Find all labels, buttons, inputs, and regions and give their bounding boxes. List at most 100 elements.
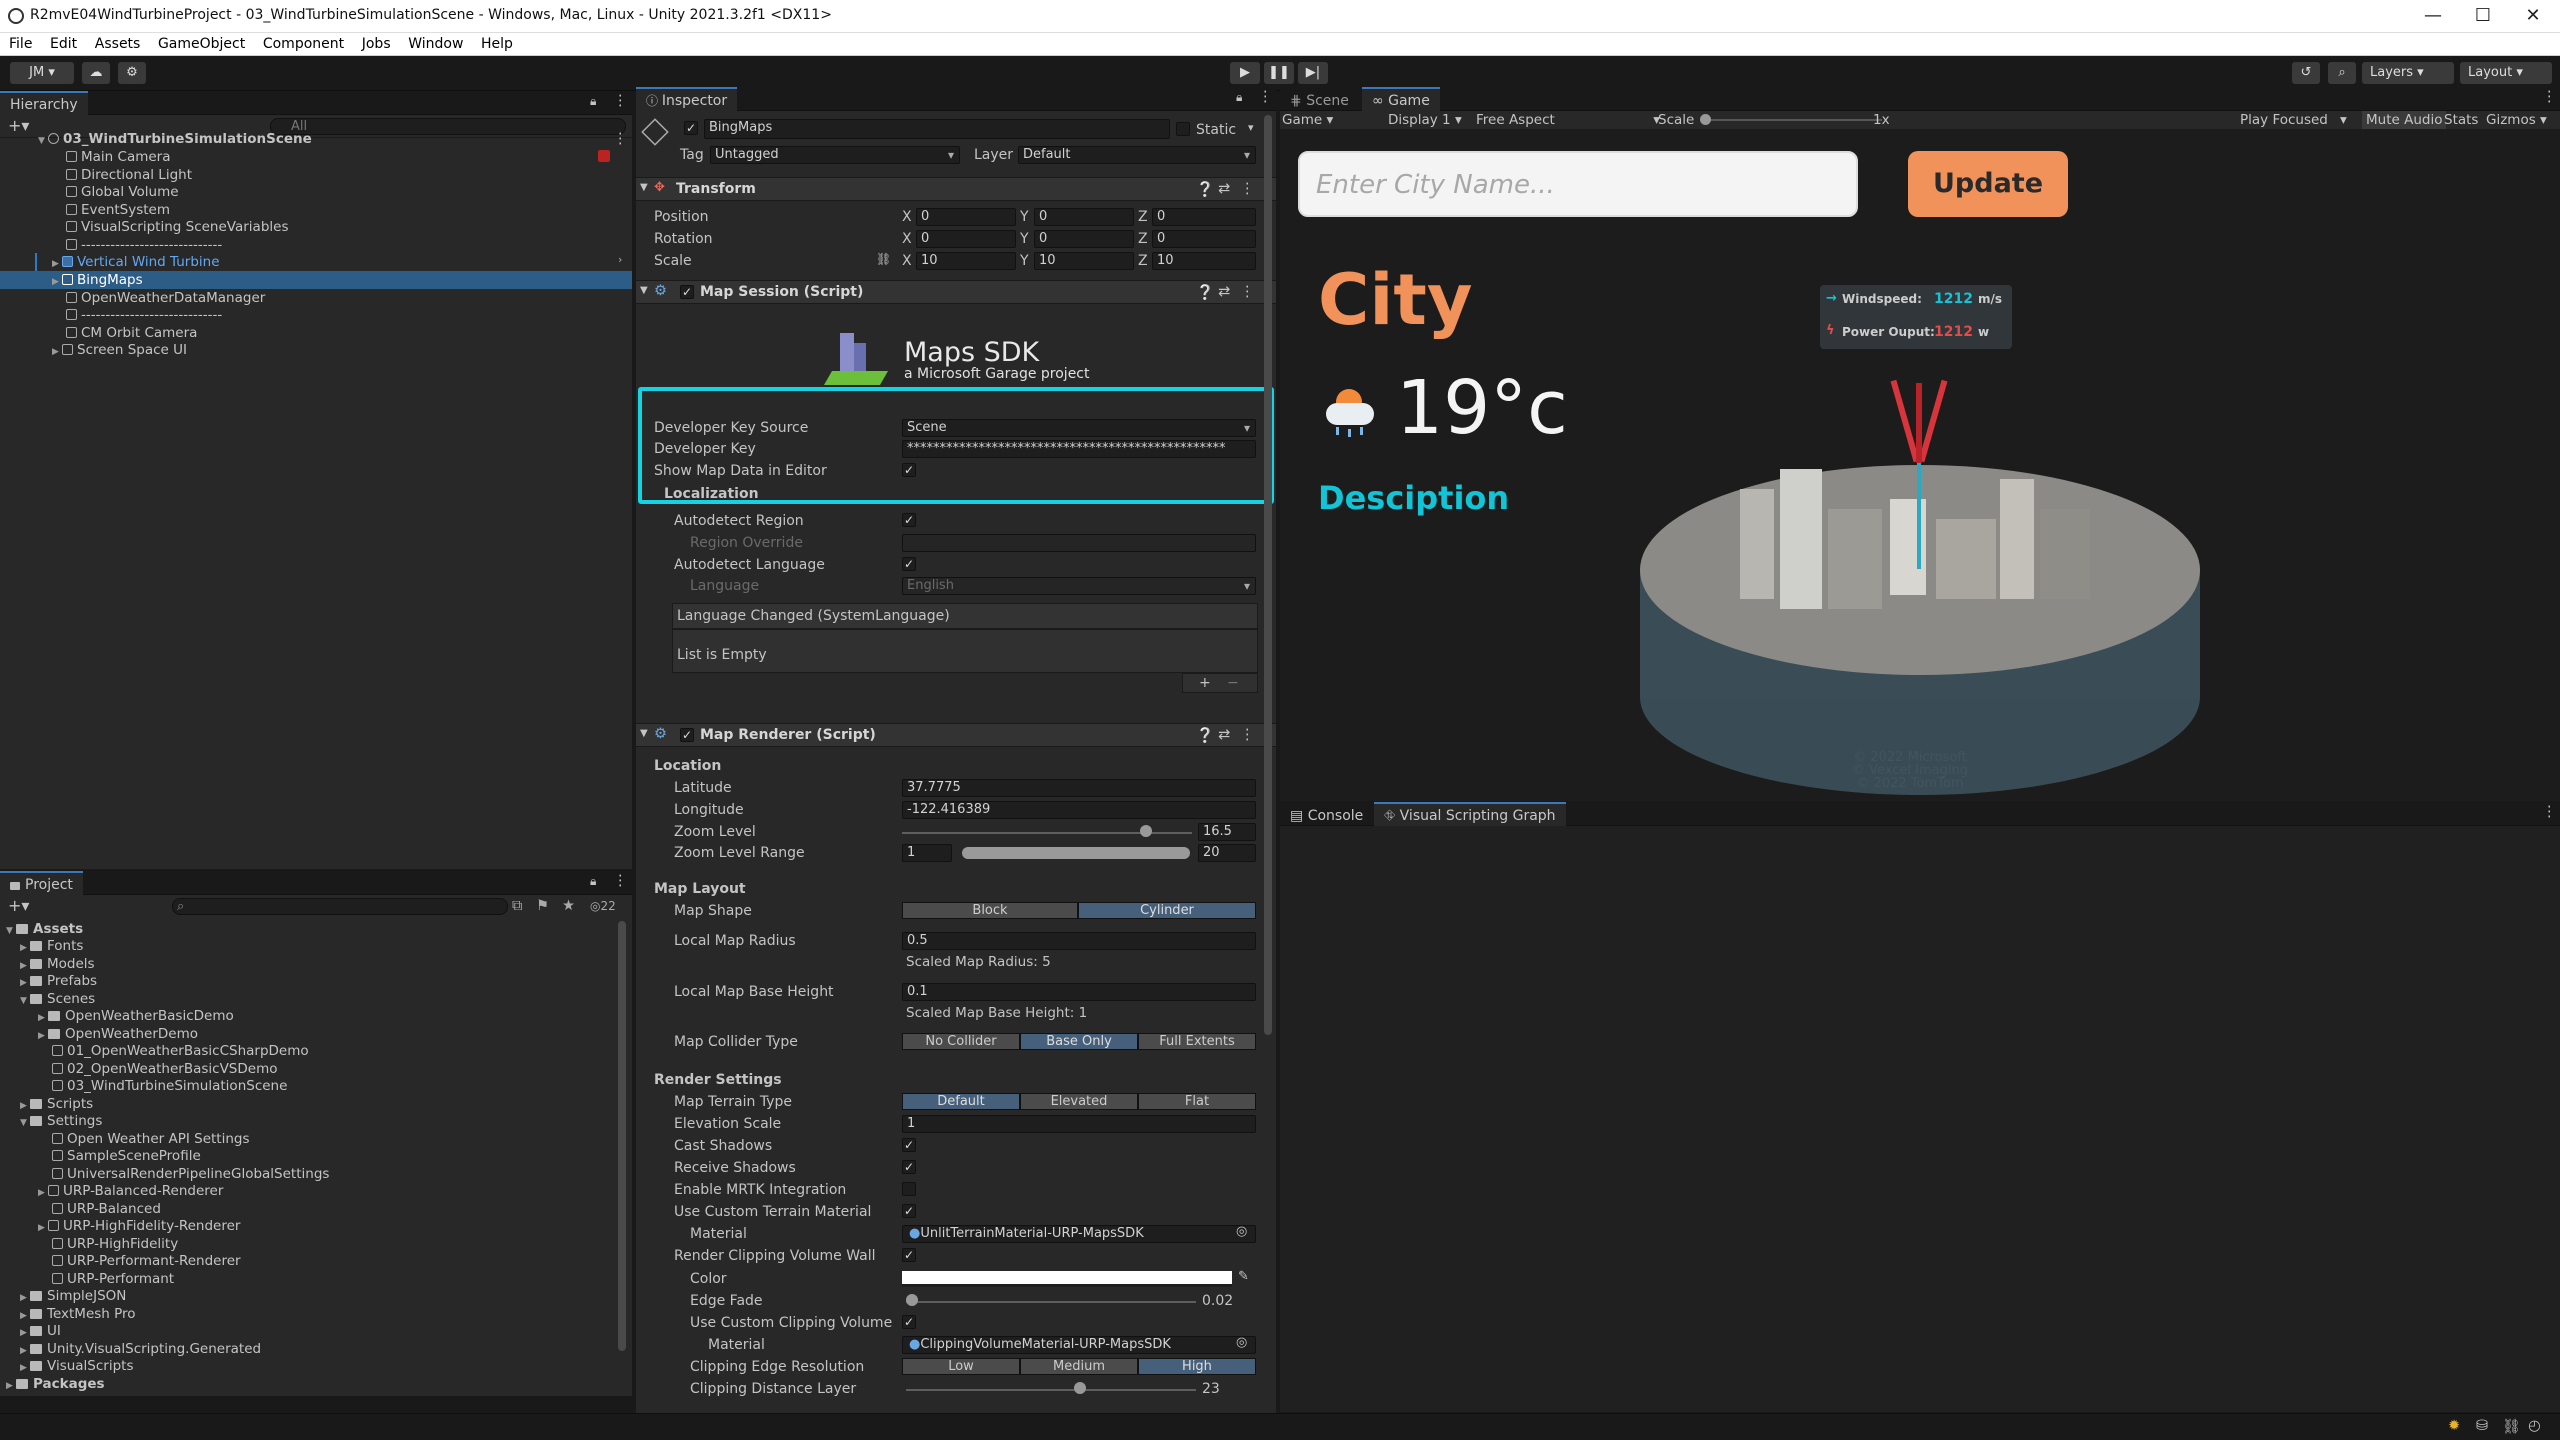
add-icon[interactable]: +▾ <box>8 116 29 135</box>
lighting-icon[interactable]: ✹ <box>2448 1418 2460 1434</box>
display-dropdown[interactable]: Display 1 ▾ <box>1388 111 1462 129</box>
kebab-menu-icon[interactable]: ⋮ <box>2542 89 2557 105</box>
position-x-field[interactable]: 0 <box>916 208 1016 226</box>
preset-icon[interactable]: ⇄ <box>1218 727 1230 743</box>
tab-console[interactable]: ▤ Console <box>1280 802 1373 826</box>
enabled-checkbox[interactable]: ✓ <box>680 728 694 742</box>
clip-wall-checkbox[interactable]: ✓ <box>902 1248 916 1262</box>
menu-window[interactable]: Window <box>408 36 463 52</box>
hierarchy-search-input[interactable]: All <box>270 118 626 135</box>
rotation-z-field[interactable]: 0 <box>1152 230 1256 248</box>
menu-gameobject[interactable]: GameObject <box>158 36 245 52</box>
localization-foldout[interactable]: Localization <box>664 485 759 503</box>
menu-edit[interactable]: Edit <box>50 36 77 52</box>
terrain-elevated[interactable]: Elevated <box>1020 1093 1138 1110</box>
zoom-range-slider[interactable] <box>962 847 1190 859</box>
play-focused-chevron-icon[interactable]: ▾ <box>2340 111 2347 129</box>
project-item[interactable]: ▶ Prefabs <box>20 972 97 990</box>
project-item[interactable]: URP-Performant <box>52 1270 174 1288</box>
hierarchy-item[interactable]: OpenWeatherDataManager <box>66 289 265 307</box>
component-menu-icon[interactable]: ⋮ <box>1240 284 1255 300</box>
project-item[interactable]: ▶ URP-HighFidelity-Renderer <box>38 1217 240 1235</box>
menu-jobs[interactable]: Jobs <box>362 36 391 52</box>
tab-inspector[interactable]: ⓘ Inspector <box>636 87 738 111</box>
minus-icon[interactable]: − <box>1227 674 1239 692</box>
developer-key-source-dropdown[interactable]: Scene <box>902 419 1256 437</box>
menu-help[interactable]: Help <box>481 36 513 52</box>
tab-project[interactable]: Project <box>0 871 83 895</box>
cast-shadows-checkbox[interactable]: ✓ <box>902 1138 916 1152</box>
local-map-radius-field[interactable]: 0.5 <box>902 932 1256 950</box>
component-menu-icon[interactable]: ⋮ <box>1240 181 1255 197</box>
longitude-field[interactable]: -122.416389 <box>902 801 1256 819</box>
menu-file[interactable]: File <box>9 36 32 52</box>
edge-fade-value[interactable]: 0.02 <box>1202 1292 1233 1310</box>
maximize-icon[interactable]: ☐ <box>2463 2 2503 30</box>
hierarchy-item[interactable]: ▶ Vertical Wind Turbine <box>52 253 220 271</box>
position-z-field[interactable]: 0 <box>1152 208 1256 226</box>
history-icon[interactable]: ↺ <box>2292 62 2320 84</box>
cache-icon[interactable]: ⛁ <box>2476 1418 2488 1434</box>
game-mode-dropdown[interactable]: Game ▾ <box>1282 111 1333 129</box>
pause-button[interactable]: ❚❚ <box>1264 62 1294 84</box>
favorite-icon[interactable]: ★ <box>562 898 575 914</box>
search-icon[interactable]: ⌕ <box>2328 62 2356 84</box>
scale-slider[interactable] <box>1702 119 1882 121</box>
help-icon[interactable]: ❔ <box>1196 284 1214 301</box>
stats-toggle[interactable]: Stats <box>2444 111 2478 129</box>
static-dropdown-icon[interactable]: ▾ <box>1248 121 1254 134</box>
position-y-field[interactable]: 0 <box>1034 208 1134 226</box>
kebab-menu-icon[interactable]: ⋮ <box>613 93 628 109</box>
component-menu-icon[interactable]: ⋮ <box>1240 727 1255 743</box>
hierarchy-item[interactable]: ▶ BingMaps <box>52 271 143 289</box>
menu-assets[interactable]: Assets <box>95 36 141 52</box>
zoom-range-min-field[interactable]: 1 <box>902 844 952 862</box>
project-item[interactable]: 03_WindTurbineSimulationScene <box>52 1077 287 1095</box>
kebab-menu-icon[interactable]: ⋮ <box>2542 804 2557 820</box>
project-item[interactable]: ▶ URP-Balanced-Renderer <box>38 1182 223 1200</box>
scene-root[interactable]: ▼ 03_WindTurbineSimulationScene <box>38 130 312 148</box>
rotation-x-field[interactable]: 0 <box>916 230 1016 248</box>
project-item[interactable]: SampleSceneProfile <box>52 1147 201 1165</box>
minimize-icon[interactable]: — <box>2413 2 2453 30</box>
lock-icon[interactable]: 🔒︎ <box>590 94 596 109</box>
gizmos-dropdown[interactable]: Gizmos ▾ <box>2486 111 2547 129</box>
project-item[interactable]: URP-HighFidelity <box>52 1235 178 1253</box>
cloud-icon[interactable]: ☁ <box>82 62 110 84</box>
mrtk-checkbox[interactable] <box>902 1182 916 1196</box>
scale-y-field[interactable]: 10 <box>1034 252 1134 270</box>
project-item[interactable]: ▶ Fonts <box>20 937 83 955</box>
lock-icon[interactable]: 🔒︎ <box>590 874 596 889</box>
scale-slider-thumb[interactable] <box>1700 114 1711 125</box>
project-item[interactable]: ▶ UI <box>20 1322 61 1340</box>
hierarchy-item[interactable]: ▶ Screen Space UI <box>52 341 187 359</box>
account-button[interactable]: JM ▾ <box>10 62 74 84</box>
link-icon[interactable]: ⛓ <box>876 252 891 266</box>
map-renderer-header[interactable]: ▼ ⚙ ✓ Map Renderer (Script) ❔ ⇄ ⋮ <box>636 723 1276 747</box>
object-picker-icon[interactable]: ◎ <box>1236 1335 1247 1350</box>
hidden-count-badge[interactable]: ◎22 <box>590 899 616 913</box>
object-picker-icon[interactable]: ◎ <box>1236 1224 1247 1239</box>
rotation-y-field[interactable]: 0 <box>1034 230 1134 248</box>
city-input[interactable]: Enter City Name... <box>1298 151 1858 217</box>
aspect-dropdown[interactable]: Free Aspect ▾ <box>1476 111 1660 129</box>
project-item[interactable]: Open Weather API Settings <box>52 1130 250 1148</box>
eyedropper-icon[interactable]: ✎ <box>1238 1269 1249 1284</box>
object-name-input[interactable]: BingMaps <box>704 119 1170 139</box>
project-item[interactable]: ▶ SimpleJSON <box>20 1287 126 1305</box>
clip-res-high[interactable]: High <box>1138 1358 1256 1375</box>
layer-dropdown[interactable]: Default <box>1018 146 1256 164</box>
receive-shadows-checkbox[interactable]: ✓ <box>902 1160 916 1174</box>
custom-terrain-checkbox[interactable]: ✓ <box>902 1204 916 1218</box>
collider-none[interactable]: No Collider <box>902 1033 1020 1050</box>
hierarchy-item[interactable]: CM Orbit Camera <box>66 324 197 342</box>
static-checkbox[interactable] <box>1176 122 1190 136</box>
edge-fade-slider-thumb[interactable] <box>905 1294 918 1306</box>
kebab-menu-icon[interactable]: ⋮ <box>1258 89 1273 105</box>
zoom-level-field[interactable]: 16.5 <box>1198 823 1256 841</box>
collab-icon[interactable]: ⚙ <box>118 62 146 84</box>
project-item[interactable]: ▶ OpenWeatherBasicDemo <box>38 1007 234 1025</box>
hierarchy-item[interactable]: Directional Light <box>66 166 192 184</box>
close-icon[interactable]: ✕ <box>2513 2 2553 30</box>
menu-component[interactable]: Component <box>263 36 344 52</box>
